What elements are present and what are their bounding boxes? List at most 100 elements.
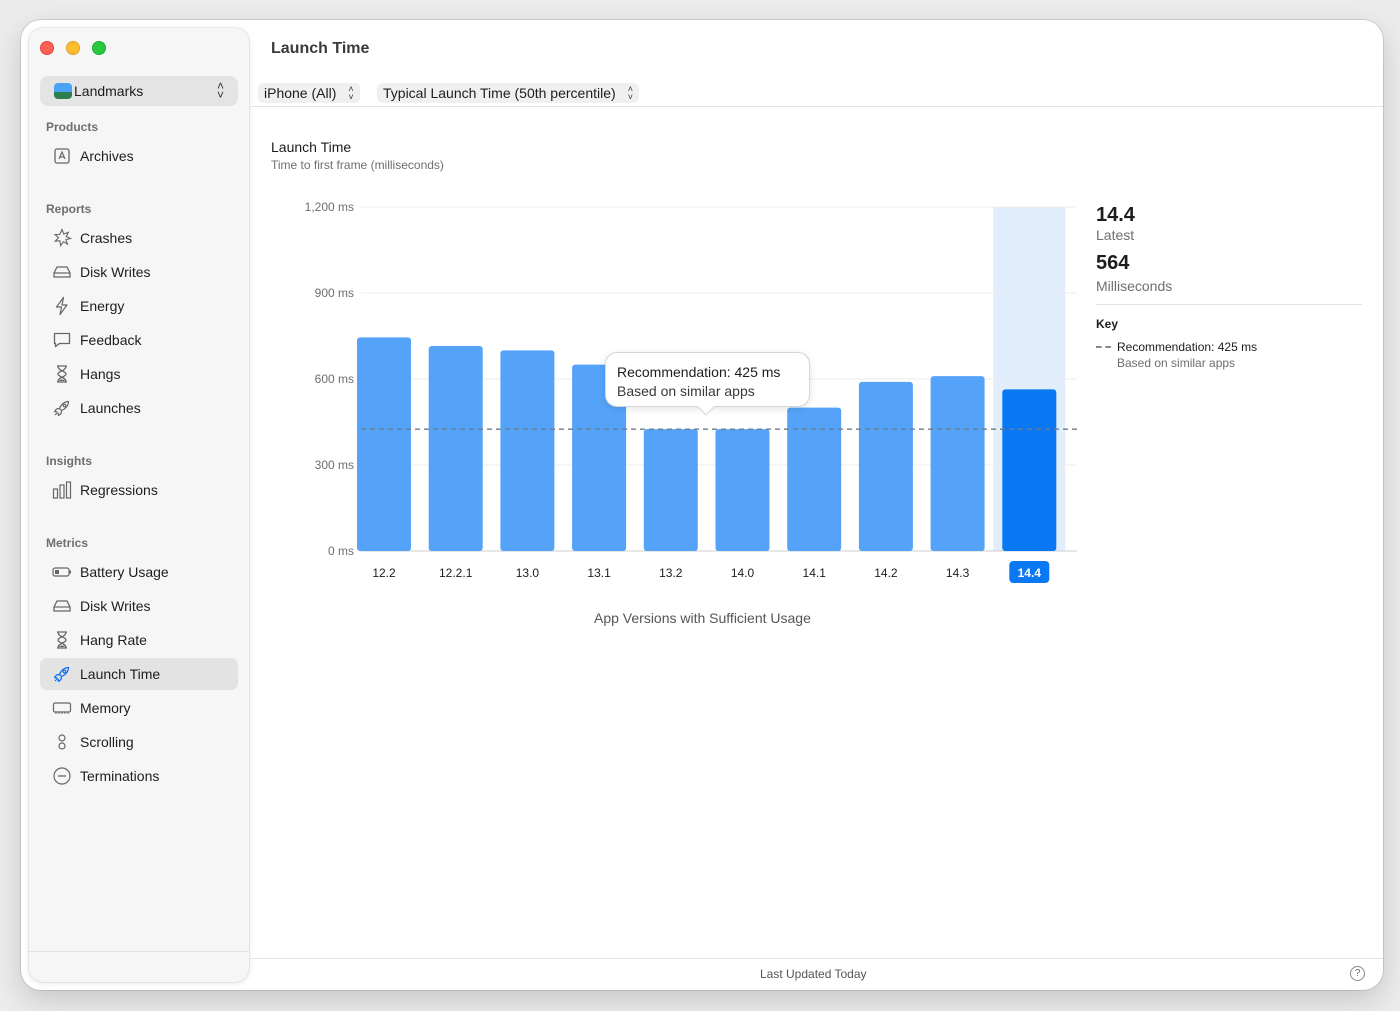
chart-title: Launch Time <box>271 139 352 155</box>
scroll-icon <box>51 732 73 752</box>
last-updated-status: Last Updated Today <box>760 967 867 981</box>
x-tick-label: 13.2 <box>659 566 683 580</box>
sidebar-item-regressions[interactable]: Regressions <box>40 474 238 506</box>
chevron-up-down-icon: ˄ ˅ <box>216 79 224 102</box>
bar-12.2 <box>357 337 411 551</box>
disk-drive-icon <box>51 262 73 282</box>
y-tick-label: 300 ms <box>315 458 354 472</box>
x-tick-label: 14.3 <box>946 566 970 580</box>
chart-subtitle: Time to first frame (milliseconds) <box>271 158 444 172</box>
summary-divider <box>1096 304 1362 305</box>
sidebar-item-archives[interactable]: Archives <box>40 140 238 172</box>
close-window-button[interactable] <box>40 41 54 55</box>
tooltip-line-1: Recommendation: 425 ms <box>617 364 781 380</box>
chevron-up-down-icon: ˄ ˅ <box>348 84 354 102</box>
sidebar-item-energy[interactable]: Energy <box>40 290 238 322</box>
x-axis-caption: App Versions with Sufficient Usage <box>594 610 811 626</box>
bar-12.2.1 <box>428 346 483 551</box>
question-circle-icon[interactable]: ? <box>1350 966 1365 981</box>
bar-13.2 <box>643 429 698 551</box>
bar-trend-icon <box>51 480 73 500</box>
sidebar-section-title: Products <box>46 120 99 134</box>
sidebar-item-hang-rate[interactable]: Hang Rate <box>40 624 238 656</box>
x-tick-label: 12.2 <box>372 566 396 580</box>
latest-version-value: 14.4 <box>1096 204 1135 226</box>
sidebar-item-label: Energy <box>80 298 125 314</box>
key-dashed-line-icon <box>1096 346 1111 348</box>
sidebar-section-title: Insights <box>46 454 93 468</box>
sidebar-item-label: Feedback <box>80 332 142 348</box>
latest-ms-label: Milliseconds <box>1096 278 1173 294</box>
y-tick-label: 1,200 ms <box>305 200 354 214</box>
x-tick-label: 14.4 <box>1018 566 1042 580</box>
x-tick-label: 12.2.1 <box>439 566 473 580</box>
bar-14.2 <box>858 381 913 551</box>
device-filter[interactable]: iPhone (All) ˄ ˅ <box>258 83 360 103</box>
crash-burst-icon <box>51 228 73 248</box>
app-picker[interactable]: Landmarks ˄ ˅ <box>40 76 238 106</box>
y-tick-label: 600 ms <box>315 372 354 386</box>
app-landmarks-icon <box>54 83 72 99</box>
sidebar-item-scrolling[interactable]: Scrolling <box>40 726 238 758</box>
sidebar-item-disk-writes[interactable]: Disk Writes <box>40 590 238 622</box>
bar-13.0 <box>500 350 555 551</box>
sidebar-item-label: Battery Usage <box>80 564 169 580</box>
metric-filter[interactable]: Typical Launch Time (50th percentile) ˄ ˅ <box>377 83 639 103</box>
x-tick-label: 13.1 <box>587 566 611 580</box>
hourglass-icon <box>51 364 73 384</box>
sidebar-item-memory[interactable]: Memory <box>40 692 238 724</box>
sidebar-item-feedback[interactable]: Feedback <box>40 324 238 356</box>
sidebar-item-label: Crashes <box>80 230 133 246</box>
x-tick-label: 14.2 <box>874 566 898 580</box>
latest-version-label: Latest <box>1096 227 1135 243</box>
sidebar: Landmarks ˄ ˅ Products Archives Reports Cras… <box>29 28 249 982</box>
sidebar-item-label: Disk Writes <box>80 598 151 614</box>
sidebar-divider <box>29 951 249 952</box>
tooltip-line-2: Based on similar apps <box>617 383 755 399</box>
hourglass-icon <box>51 630 73 650</box>
app-window: Landmarks ˄ ˅ Products Archives Reports Cras… <box>21 20 1383 990</box>
sidebar-item-label: Memory <box>80 700 131 716</box>
x-tick-label: 14.1 <box>803 566 827 580</box>
app-picker-label: Landmarks <box>74 83 144 99</box>
toolbar-divider <box>249 106 1383 107</box>
sidebar-item-hangs[interactable]: Hangs <box>40 358 238 390</box>
sidebar-item-label: Launches <box>80 400 141 416</box>
sidebar-item-disk-writes[interactable]: Disk Writes <box>40 256 238 288</box>
chevron-up-down-icon: ˄ ˅ <box>627 84 633 102</box>
sidebar-item-battery-usage[interactable]: Battery Usage <box>40 556 238 588</box>
sidebar-item-launch-time[interactable]: Launch Time <box>40 658 238 690</box>
archive-box-icon <box>51 146 73 166</box>
sidebar-item-label: Hang Rate <box>80 632 147 648</box>
bar-14.4 <box>1002 389 1057 551</box>
sidebar-item-label: Hangs <box>80 366 121 382</box>
zoom-window-button[interactable] <box>92 41 106 55</box>
minimize-window-button[interactable] <box>66 41 80 55</box>
minus-circle-icon <box>51 766 73 786</box>
sidebar-item-label: Archives <box>80 148 134 164</box>
sidebar-item-label: Disk Writes <box>80 264 151 280</box>
energy-bolt-icon <box>51 296 73 316</box>
sidebar-section-title: Metrics <box>46 536 89 550</box>
rocket-icon <box>51 398 73 418</box>
sidebar-item-launches[interactable]: Launches <box>40 392 238 424</box>
key-title: Key <box>1096 317 1119 331</box>
y-tick-label: 900 ms <box>315 286 354 300</box>
bar-14.3 <box>930 376 985 551</box>
sidebar-item-label: Launch Time <box>80 666 161 682</box>
bar-14.0 <box>715 429 770 551</box>
sidebar-section-title: Reports <box>46 202 92 216</box>
key-recommendation-label: Recommendation: 425 ms <box>1117 340 1258 354</box>
sidebar-item-label: Regressions <box>80 482 158 498</box>
recommendation-tooltip: Recommendation: 425 ms Based on similar … <box>605 352 810 416</box>
sidebar-item-crashes[interactable]: Crashes <box>40 222 238 254</box>
metric-filter-label: Typical Launch Time (50th percentile) <box>383 85 616 101</box>
x-tick-label: 14.0 <box>731 566 755 580</box>
latest-ms-value: 564 <box>1096 252 1130 274</box>
footer-divider <box>249 958 1383 959</box>
battery-icon <box>51 562 73 582</box>
key-recommendation-note: Based on similar apps <box>1117 356 1236 370</box>
sidebar-item-terminations[interactable]: Terminations <box>40 760 238 792</box>
feedback-bubble-icon <box>51 330 73 350</box>
page-title: Launch Time <box>271 40 370 57</box>
